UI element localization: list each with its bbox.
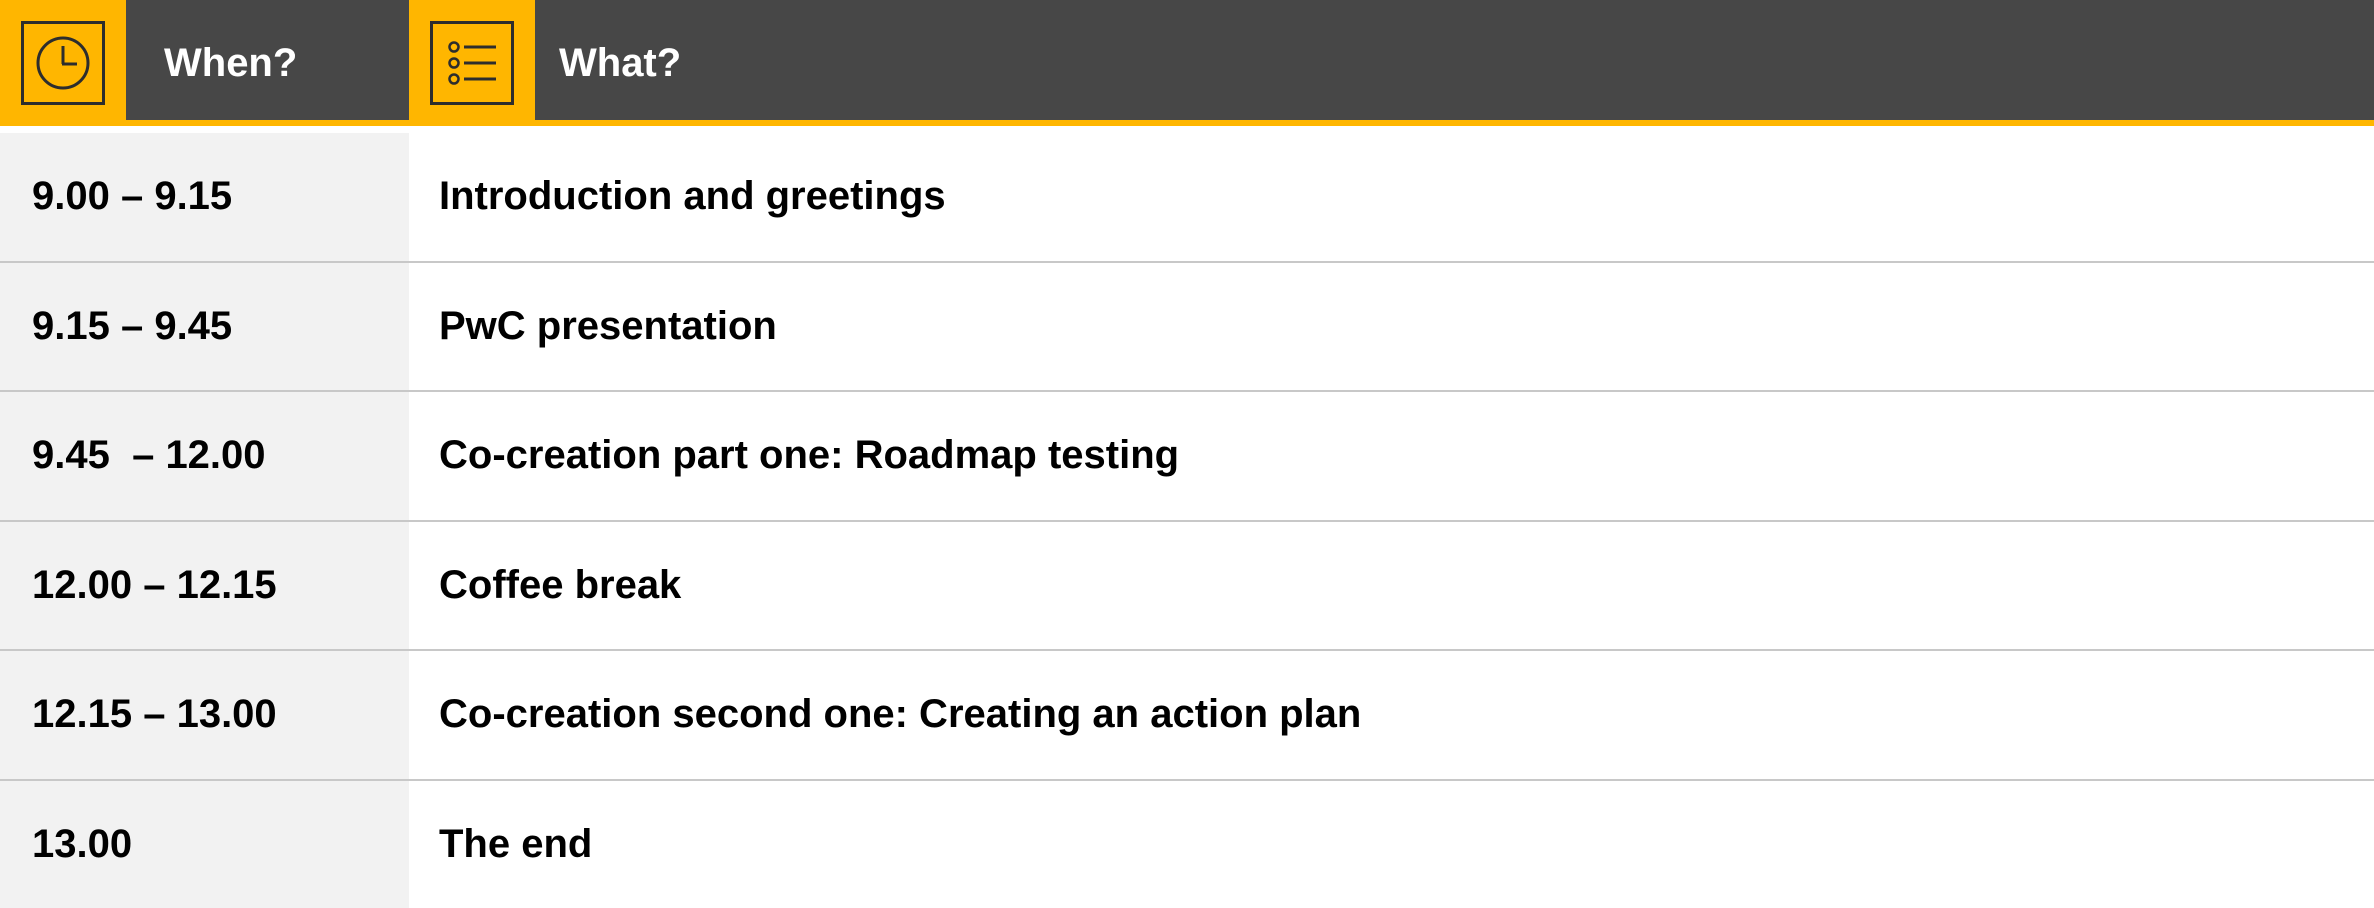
time-cell: 12.15 – 13.00 bbox=[0, 651, 409, 779]
activity-cell: PwC presentation bbox=[409, 262, 2374, 390]
activity-cell: Coffee break bbox=[409, 521, 2374, 649]
clock-icon-frame bbox=[21, 21, 105, 105]
agenda-row: 12.00 – 12.15 Coffee break bbox=[0, 521, 2374, 651]
time-cell: 12.00 – 12.15 bbox=[0, 521, 409, 649]
time-cell: 9.45 – 12.00 bbox=[0, 392, 409, 520]
what-column-header: What? bbox=[559, 41, 682, 85]
activity-cell: The end bbox=[409, 780, 2374, 908]
list-icon-frame bbox=[430, 21, 514, 105]
agenda-row: 9.15 – 9.45 PwC presentation bbox=[0, 262, 2374, 392]
agenda-header: When? What? bbox=[0, 0, 2374, 126]
when-column-header: When? bbox=[164, 41, 298, 85]
when-icon-tile bbox=[0, 0, 126, 126]
list-icon bbox=[448, 41, 496, 85]
agenda-row: 12.15 – 13.00 Co-creation second one: Cr… bbox=[0, 651, 2374, 781]
agenda-row: 9.00 – 9.15 Introduction and greetings bbox=[0, 133, 2374, 263]
agenda-rows: 9.00 – 9.15 Introduction and greetings 9… bbox=[0, 133, 2374, 908]
agenda-row: 9.45 – 12.00 Co-creation part one: Roadm… bbox=[0, 392, 2374, 522]
activity-cell: Co-creation second one: Creating an acti… bbox=[409, 651, 2374, 779]
what-icon-tile bbox=[409, 0, 535, 126]
time-cell: 9.15 – 9.45 bbox=[0, 262, 409, 390]
agenda-row: 13.00 The end bbox=[0, 780, 2374, 908]
time-cell: 9.00 – 9.15 bbox=[0, 133, 409, 261]
activity-cell: Co-creation part one: Roadmap testing bbox=[409, 392, 2374, 520]
clock-icon bbox=[36, 36, 90, 90]
time-cell: 13.00 bbox=[0, 780, 409, 908]
activity-cell: Introduction and greetings bbox=[409, 133, 2374, 261]
agenda-table: When? What? 9.00 – 9.15 Introduction and… bbox=[0, 0, 2374, 908]
